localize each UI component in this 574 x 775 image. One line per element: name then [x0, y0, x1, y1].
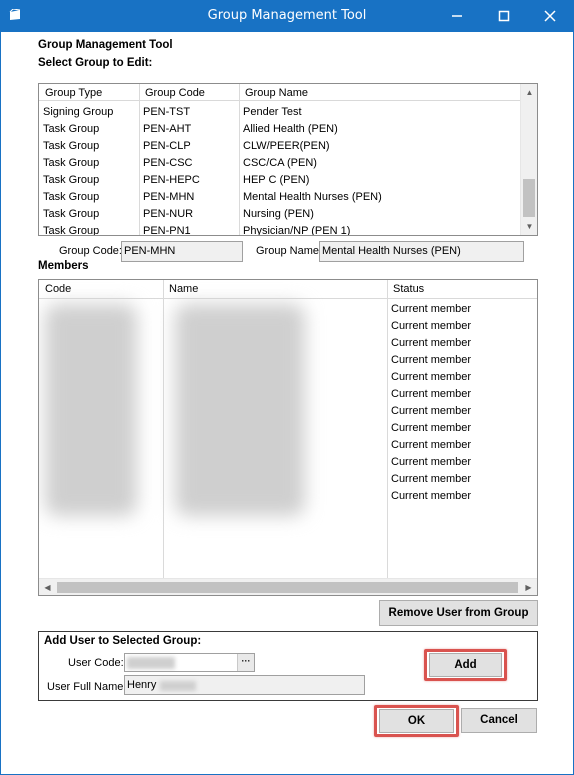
column-header-name[interactable]: Name: [169, 283, 198, 295]
groups-table: Group Type Group Code Group Name Signing…: [38, 83, 538, 236]
user-code-input[interactable]: ···: [124, 653, 255, 672]
table-row[interactable]: Task Group PEN-NUR Nursing (PEN): [39, 206, 520, 223]
group-code-cell: PEN-PN1: [143, 225, 191, 236]
scroll-thumb[interactable]: [57, 582, 518, 593]
scroll-up-arrow-icon[interactable]: ▲: [521, 84, 537, 101]
group-name-cell: Mental Health Nurses (PEN): [243, 191, 382, 203]
table-row[interactable]: Task Group PEN-AHT Allied Health (PEN): [39, 121, 520, 138]
members-heading: Members: [38, 260, 89, 272]
groups-table-header: Group Type Group Code Group Name: [39, 84, 520, 101]
page-title: Group Management Tool: [38, 39, 173, 51]
user-code-label: User Code:: [68, 657, 124, 669]
group-type-cell: Signing Group: [43, 106, 114, 118]
minimize-button[interactable]: [434, 0, 480, 32]
members-table: Code Name Status Current member Current …: [38, 279, 538, 596]
minimize-icon: [452, 15, 462, 17]
group-code-cell: PEN-AHT: [143, 123, 192, 135]
group-name-label: Group Name:: [256, 245, 323, 257]
group-type-cell: Task Group: [43, 225, 100, 236]
group-type-cell: Task Group: [43, 208, 100, 220]
table-row[interactable]: Signing Group PEN-TST Pender Test: [39, 104, 520, 121]
redacted-member-names: [175, 304, 305, 516]
group-code-field[interactable]: PEN-MHN: [121, 241, 243, 262]
group-type-cell: Task Group: [43, 174, 100, 186]
group-type-cell: Task Group: [43, 140, 100, 152]
maximize-button[interactable]: [481, 0, 527, 32]
column-header-group-code[interactable]: Group Code: [145, 87, 205, 99]
scroll-down-arrow-icon[interactable]: ▼: [521, 218, 537, 235]
ok-button[interactable]: OK: [379, 709, 454, 733]
redacted-member-codes: [45, 304, 137, 516]
select-group-label: Select Group to Edit:: [38, 57, 153, 69]
title-bar: Group Management Tool: [0, 0, 574, 32]
table-row-selected[interactable]: Task Group PEN-MHN Mental Health Nurses …: [39, 189, 520, 206]
group-name-cell: Physician/NP (PEN 1): [243, 225, 351, 236]
members-horizontal-scrollbar[interactable]: ◀ ▶: [39, 578, 537, 595]
table-row[interactable]: Task Group PEN-CSC CSC/CA (PEN): [39, 155, 520, 172]
group-code-label: Group Code:: [59, 245, 122, 257]
group-name-cell: Nursing (PEN): [243, 208, 314, 220]
cancel-button[interactable]: Cancel: [461, 708, 537, 733]
redacted-last-name: [160, 681, 196, 691]
column-header-group-type[interactable]: Group Type: [45, 87, 102, 99]
user-full-name-field[interactable]: Henry: [124, 675, 365, 695]
scroll-right-arrow-icon[interactable]: ▶: [520, 579, 537, 595]
browse-button[interactable]: ···: [237, 654, 254, 671]
group-name-cell: Pender Test: [243, 106, 302, 118]
group-code-cell: PEN-TST: [143, 106, 191, 118]
add-user-heading: Add User to Selected Group:: [44, 635, 202, 647]
group-code-cell: PEN-MHN: [143, 191, 195, 203]
column-header-group-name[interactable]: Group Name: [245, 87, 308, 99]
group-name-cell: Allied Health (PEN): [243, 123, 338, 135]
group-type-cell: Task Group: [43, 123, 100, 135]
group-code-cell: PEN-CLP: [143, 140, 191, 152]
group-type-cell: Task Group: [43, 157, 100, 169]
group-name-cell: HEP C (PEN): [243, 174, 310, 186]
close-button[interactable]: [527, 0, 573, 32]
column-header-code[interactable]: Code: [45, 283, 71, 295]
group-code-cell: PEN-NUR: [143, 208, 194, 220]
scroll-thumb[interactable]: [523, 179, 535, 217]
group-code-cell: PEN-CSC: [143, 157, 193, 169]
remove-user-button[interactable]: Remove User from Group: [379, 600, 538, 626]
groups-vertical-scrollbar[interactable]: ▲ ▼: [520, 84, 537, 235]
table-row[interactable]: Task Group PEN-PN1 Physician/NP (PEN 1): [39, 223, 520, 236]
scroll-left-arrow-icon[interactable]: ◀: [39, 579, 56, 595]
user-full-name-label: User Full Name:: [47, 681, 127, 693]
add-button[interactable]: Add: [429, 653, 502, 677]
group-type-cell: Task Group: [43, 191, 100, 203]
user-full-name-value: Henry: [127, 679, 157, 691]
column-divider: [387, 280, 388, 579]
column-header-status[interactable]: Status: [393, 283, 424, 295]
table-row[interactable]: Task Group PEN-HEPC HEP C (PEN): [39, 172, 520, 189]
close-icon: [544, 10, 556, 22]
column-divider: [163, 280, 164, 579]
group-name-cell: CSC/CA (PEN): [243, 157, 317, 169]
members-table-header: Code Name Status: [39, 280, 537, 299]
maximize-icon: [498, 10, 510, 22]
redacted-user-code: [127, 657, 175, 669]
group-name-field[interactable]: Mental Health Nurses (PEN): [319, 241, 524, 262]
group-name-cell: CLW/PEER(PEN): [243, 140, 330, 152]
table-row[interactable]: Task Group PEN-CLP CLW/PEER(PEN): [39, 138, 520, 155]
group-code-cell: PEN-HEPC: [143, 174, 200, 186]
